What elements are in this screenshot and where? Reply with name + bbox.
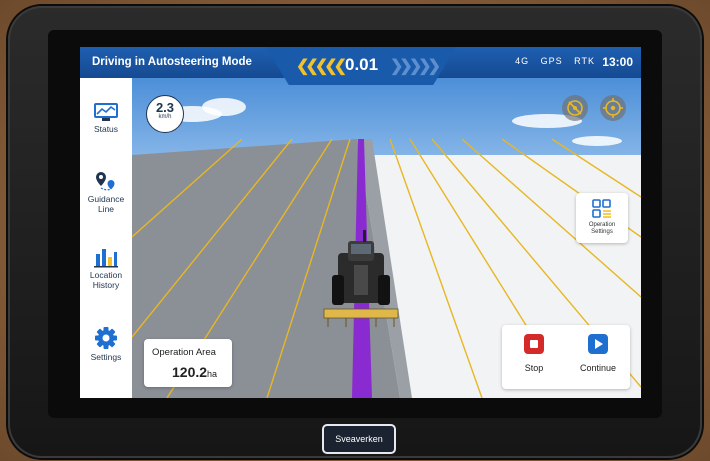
grid-settings-icon xyxy=(592,199,611,218)
operation-area-value: 120.2 xyxy=(172,364,208,380)
bar-chart-icon xyxy=(94,249,118,268)
gear-icon xyxy=(95,327,117,349)
action-panel: Stop Continue xyxy=(502,325,630,389)
gps-off-icon xyxy=(567,100,583,116)
app-screen: Driving in Autosteering Mode 4G GPS RTK … xyxy=(80,47,641,398)
stop-label: Stop xyxy=(524,363,544,373)
offset-value: 0.01 xyxy=(345,55,379,74)
speed-value: 2.3 xyxy=(155,100,175,115)
operation-area-title: Operation Area xyxy=(152,347,216,358)
operation-settings-button[interactable]: Operation Settings xyxy=(576,193,628,243)
crosshair-icon xyxy=(603,98,623,118)
chevron-left-icon: ❮❮❮❮❮ xyxy=(296,58,347,75)
sidebar: Status Guidance Line Location History Se… xyxy=(80,78,132,398)
connectivity-status: 4G GPS RTK xyxy=(507,56,595,66)
continue-label: Continue xyxy=(579,363,617,373)
brand-logo: Sveaverken xyxy=(322,424,396,454)
stop-button[interactable]: Stop xyxy=(502,333,566,373)
recenter-button[interactable] xyxy=(600,95,626,121)
gps-off-button[interactable] xyxy=(562,95,588,121)
route-pin-icon xyxy=(96,172,115,191)
operation-settings-label-2: Settings xyxy=(591,229,613,235)
sidebar-item-label: Settings xyxy=(90,352,122,362)
cellular-signal-icon: 4G xyxy=(515,56,530,66)
speed-unit: km/h xyxy=(158,114,172,120)
rtk-signal-icon: RTK xyxy=(574,56,595,66)
stop-icon xyxy=(524,334,544,354)
sidebar-item-location-history[interactable]: Location History xyxy=(80,246,132,290)
sidebar-item-status[interactable]: Status xyxy=(80,102,132,134)
sidebar-item-guidance-line[interactable]: Guidance Line xyxy=(80,170,132,214)
sidebar-item-label: Guidance Line xyxy=(87,194,125,214)
clock: 13:00 xyxy=(602,55,633,69)
driving-mode-title: Driving in Autosteering Mode xyxy=(92,56,252,68)
offset-indicator: ❮❮❮❮❮ 0.01 ❯❯❯❯❯ xyxy=(266,47,456,85)
gps-signal-icon: GPS xyxy=(540,56,563,66)
sidebar-item-settings[interactable]: Settings xyxy=(80,326,132,362)
play-icon xyxy=(588,334,608,354)
operation-area-panel: Operation Area 120.2ha xyxy=(144,339,232,387)
operation-area-unit: ha xyxy=(207,369,218,379)
continue-button[interactable]: Continue xyxy=(566,333,630,373)
sidebar-item-label: Status xyxy=(93,124,119,134)
speed-indicator: 2.3 km/h xyxy=(146,95,184,133)
operation-settings-label-1: Operation xyxy=(588,222,616,228)
sidebar-item-label: Location History xyxy=(89,270,123,290)
chevron-right-icon: ❯❯❯❯❯ xyxy=(390,58,441,75)
operation-area-value-wrap: 120.2ha xyxy=(172,364,217,380)
monitor-chart-icon xyxy=(94,103,118,121)
